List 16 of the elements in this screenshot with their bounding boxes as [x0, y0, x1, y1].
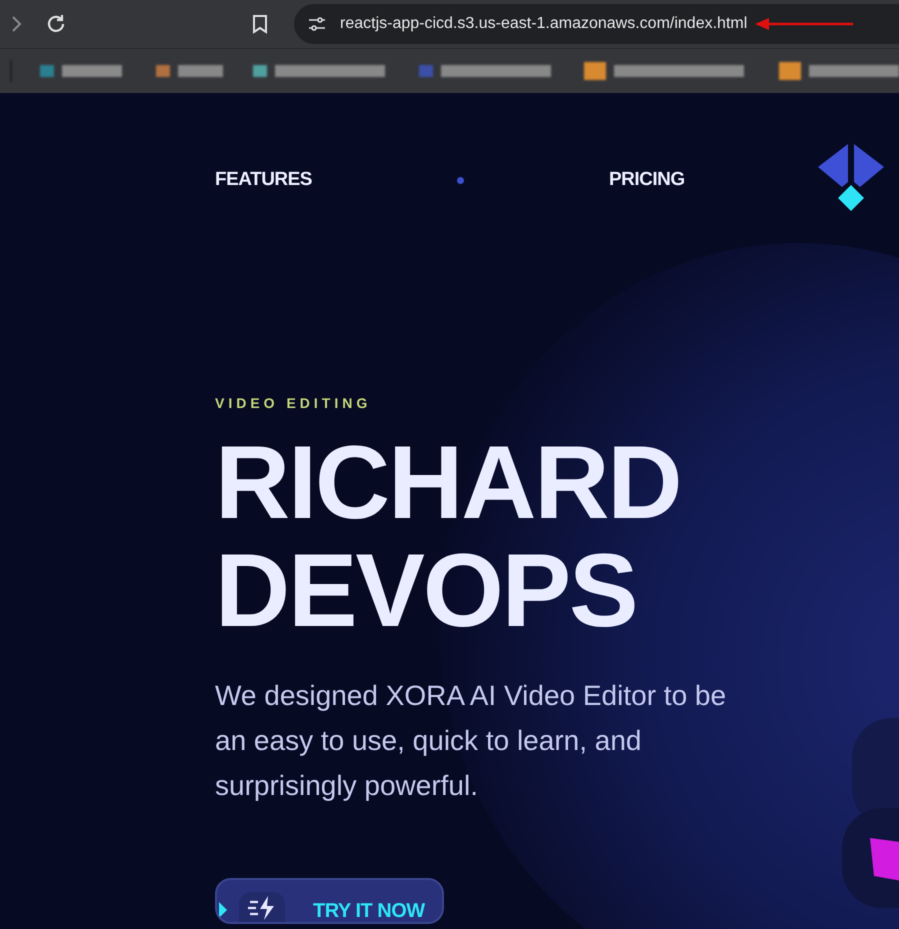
lightning-icon: [248, 895, 276, 921]
hero-title: RICHARD DEVOPS: [215, 429, 682, 645]
blurred-bookmark[interactable]: [778, 65, 899, 77]
try-it-now-button[interactable]: TRY IT NOW: [215, 878, 444, 924]
arrow-icon: [755, 18, 856, 30]
nav-link[interactable]: PRICING: [608, 169, 685, 191]
url-text: reactjs-app-cicd.s3.us-east-1.amazonaws.com/index.html: [340, 15, 748, 33]
eyebrow-text: VIDEO EDITING: [215, 395, 372, 411]
nav-dot: [456, 176, 464, 184]
blurred-bookmark[interactable]: [156, 65, 226, 77]
hero-description: We designed XORA AI Video Editor to be an easy to use, quick to learn, and surprisingly powerful.: [215, 679, 728, 803]
logo-icon[interactable]: [816, 142, 886, 212]
triangle-icon: [219, 902, 227, 918]
nav-link[interactable]: FEATURES: [215, 169, 312, 191]
site-settings-icon[interactable]: [308, 16, 326, 32]
address-bar[interactable]: reactjs-app-cicd.s3.us-east-1.amazonaws.com/index.html: [294, 4, 899, 44]
